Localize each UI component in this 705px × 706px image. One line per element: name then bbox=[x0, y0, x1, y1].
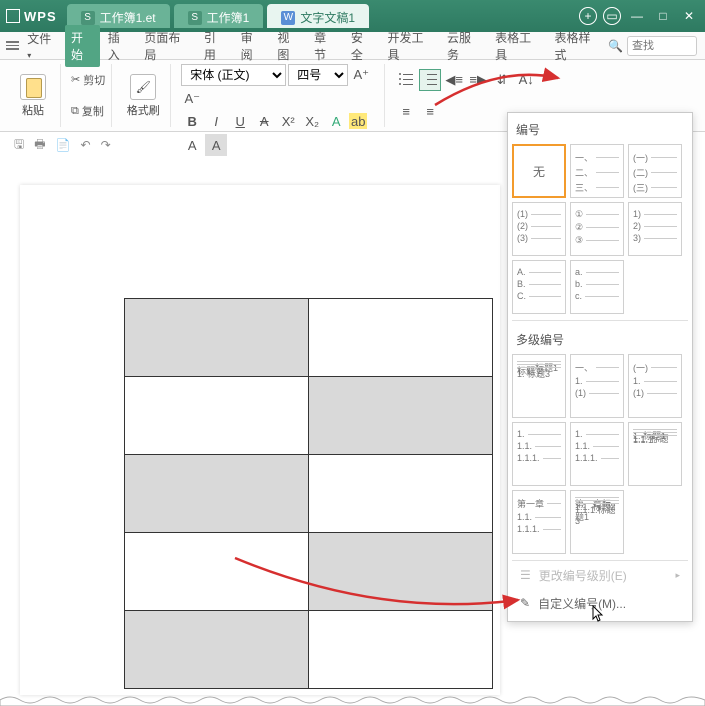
menu-bar: 文件 ▾ 开始 插入 页面布局 引用 审阅 视图 章节 安全 开发工具 云服务 … bbox=[0, 32, 705, 60]
menu-cloud[interactable]: 云服务 bbox=[441, 25, 487, 67]
copy-button[interactable]: ⧉复制 bbox=[71, 101, 105, 121]
redo-icon[interactable]: ↷ bbox=[101, 138, 111, 152]
brush-icon: 🖌 bbox=[130, 74, 156, 100]
multilevel-style[interactable]: 1.1.1.1.1.1. bbox=[512, 422, 566, 486]
numbered-list-button[interactable] bbox=[419, 69, 441, 91]
numbering-style[interactable]: (1)(2)(3) bbox=[512, 202, 566, 256]
font-family-select[interactable]: 宋体 (正文) bbox=[181, 64, 286, 86]
print-preview-icon[interactable]: 📄 bbox=[56, 138, 71, 152]
numbering-dropdown: 编号 无 一、二、三、 (一)(二)(三) (1)(2)(3) ①②③ 1)2)… bbox=[507, 112, 693, 622]
app-logo: WPS bbox=[6, 9, 57, 24]
align-left-button[interactable]: ≡ bbox=[395, 100, 417, 122]
subscript-button[interactable]: X₂ bbox=[301, 110, 323, 132]
font-color-button[interactable]: A bbox=[181, 134, 203, 156]
increase-font-button[interactable]: A⁺ bbox=[350, 64, 372, 86]
multilevel-style[interactable]: 第一章标题11.1. 标题21.1.1.标题3 bbox=[570, 490, 624, 554]
font-size-select[interactable]: 四号 bbox=[288, 64, 348, 86]
multilevel-style[interactable]: 一、1.(1) bbox=[570, 354, 624, 418]
multilevel-style[interactable]: 一、标题1 标题 2 1. 标题3 bbox=[512, 354, 566, 418]
numbering-style[interactable]: (一)(二)(三) bbox=[628, 144, 682, 198]
char-shading-button[interactable]: A bbox=[205, 134, 227, 156]
spreadsheet-icon: S bbox=[188, 11, 202, 25]
section-title-numbering: 编号 bbox=[512, 117, 688, 144]
search-icon: 🔍 bbox=[608, 39, 623, 53]
scissors-icon: ✂ bbox=[71, 73, 80, 86]
new-tab-button[interactable]: + bbox=[579, 7, 597, 25]
bold-button[interactable]: B bbox=[181, 110, 203, 132]
torn-edge-decoration bbox=[0, 694, 705, 706]
strike-button[interactable]: A bbox=[253, 110, 275, 132]
tab-list-button[interactable]: ▭ bbox=[603, 7, 621, 25]
format-painter-button[interactable]: 🖌 格式刷 bbox=[122, 74, 164, 118]
indent-icon: ☰ bbox=[520, 568, 531, 582]
document-table[interactable] bbox=[124, 298, 493, 689]
multilevel-style[interactable]: 1.1.1.1.1.1. bbox=[570, 422, 624, 486]
table-row bbox=[125, 611, 493, 689]
menu-section[interactable]: 章节 bbox=[308, 25, 343, 67]
menu-security[interactable]: 安全 bbox=[345, 25, 380, 67]
paste-icon bbox=[20, 74, 46, 100]
numbering-style[interactable]: A.B.C. bbox=[512, 260, 566, 314]
menu-home[interactable]: 开始 bbox=[65, 25, 100, 67]
italic-button[interactable]: I bbox=[205, 110, 227, 132]
spreadsheet-icon: S bbox=[81, 11, 95, 25]
numbering-style[interactable]: a.b.c. bbox=[570, 260, 624, 314]
menu-review[interactable]: 审阅 bbox=[235, 25, 270, 67]
section-title-multilevel: 多级编号 bbox=[512, 327, 688, 354]
numbering-style[interactable]: ①②③ bbox=[570, 202, 624, 256]
decrease-font-button[interactable]: A⁻ bbox=[181, 88, 203, 110]
menu-pagelayout[interactable]: 页面布局 bbox=[138, 25, 195, 67]
mouse-cursor-icon bbox=[591, 605, 605, 623]
pencil-icon: ✎ bbox=[520, 596, 530, 610]
superscript-button[interactable]: X² bbox=[277, 110, 299, 132]
increase-indent-button[interactable]: ≡▶ bbox=[467, 69, 489, 91]
paste-button[interactable]: 粘贴 bbox=[12, 74, 54, 118]
hamburger-icon[interactable] bbox=[6, 39, 19, 52]
menu-tablestyle[interactable]: 表格样式 bbox=[549, 25, 606, 67]
bullet-list-button[interactable] bbox=[395, 69, 417, 91]
decrease-indent-button[interactable]: ◀≡ bbox=[443, 69, 465, 91]
menu-insert[interactable]: 插入 bbox=[102, 25, 137, 67]
table-row bbox=[125, 299, 493, 377]
sort-button[interactable]: A↓ bbox=[515, 69, 537, 91]
menu-tabletools[interactable]: 表格工具 bbox=[489, 25, 546, 67]
undo-icon[interactable]: ↶ bbox=[81, 138, 91, 152]
underline-button[interactable]: U bbox=[229, 110, 251, 132]
text-effect-button[interactable]: A bbox=[325, 110, 347, 132]
print-icon[interactable]: 🖶 bbox=[34, 135, 45, 156]
search-input[interactable] bbox=[627, 36, 697, 56]
menu-view[interactable]: 视图 bbox=[271, 25, 306, 67]
table-row bbox=[125, 455, 493, 533]
line-spacing-button[interactable]: ⇵ bbox=[491, 69, 513, 91]
minimize-button[interactable]: — bbox=[627, 6, 647, 26]
multilevel-style[interactable]: 第一章1.1.1.1.1. bbox=[512, 490, 566, 554]
document-icon: W bbox=[281, 11, 295, 25]
cut-button[interactable]: ✂剪切 bbox=[71, 70, 105, 90]
save-icon[interactable]: 🖫 bbox=[14, 135, 24, 156]
numbering-none[interactable]: 无 bbox=[512, 144, 566, 198]
numbering-style[interactable]: 一、二、三、 bbox=[570, 144, 624, 198]
highlight-button[interactable]: ab bbox=[349, 113, 367, 129]
document-page bbox=[20, 185, 500, 695]
menu-references[interactable]: 引用 bbox=[198, 25, 233, 67]
align-center-button[interactable]: ≡ bbox=[419, 100, 441, 122]
table-row bbox=[125, 377, 493, 455]
close-button[interactable]: ✕ bbox=[679, 6, 699, 26]
maximize-button[interactable]: □ bbox=[653, 6, 673, 26]
numbering-style[interactable]: 1)2)3) bbox=[628, 202, 682, 256]
multilevel-style[interactable]: 1. 标题11.1. 标题1.1.1. bbox=[628, 422, 682, 486]
table-row bbox=[125, 533, 493, 611]
menu-devtools[interactable]: 开发工具 bbox=[382, 25, 439, 67]
multilevel-style[interactable]: (一)1.(1) bbox=[628, 354, 682, 418]
menu-file[interactable]: 文件 ▾ bbox=[21, 26, 63, 65]
copy-icon: ⧉ bbox=[71, 105, 79, 118]
change-level-item: ☰ 更改编号级别(E) ▸ bbox=[512, 561, 688, 589]
